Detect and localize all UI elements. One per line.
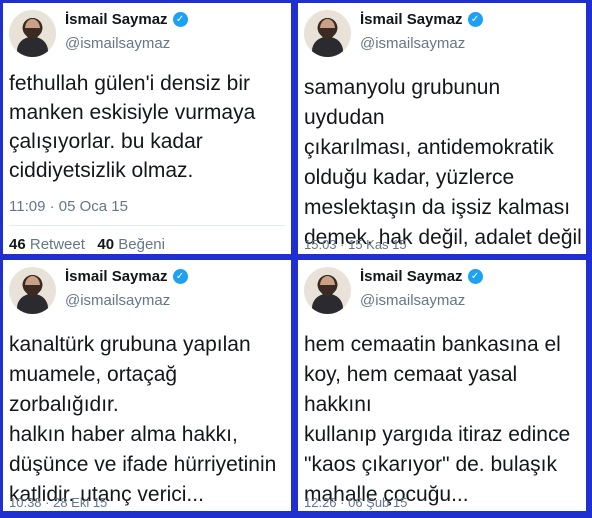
tweet-card[interactable]: İsmail Saymaz ✓ @ismailsaymaz fethullah …	[3, 3, 291, 254]
author-name[interactable]: İsmail Saymaz	[360, 268, 463, 285]
avatar-body	[312, 294, 343, 314]
author-name[interactable]: İsmail Saymaz	[360, 11, 463, 28]
tweet-stats: 46 Retweet 40 Beğeni	[9, 236, 165, 253]
verified-badge-icon: ✓	[467, 269, 483, 284]
tweet-card[interactable]: İsmail Saymaz ✓ @ismailsaymaz hem cemaat…	[298, 260, 586, 511]
avatar[interactable]	[9, 267, 56, 314]
verified-badge-icon: ✓	[172, 269, 188, 284]
tweet-text: samanyolu grubunun uydudan çıkarılması, …	[304, 76, 582, 249]
verified-badge-icon: ✓	[172, 12, 188, 27]
tweet-timestamp[interactable]: 12:26 · 06 Şub 15	[304, 495, 407, 510]
author-handle[interactable]: @ismailsaymaz	[65, 35, 170, 52]
tweet-card[interactable]: İsmail Saymaz ✓ @ismailsaymaz kanaltürk …	[3, 260, 291, 511]
avatar-body	[17, 37, 48, 57]
author-name[interactable]: İsmail Saymaz	[65, 11, 168, 28]
avatar[interactable]	[304, 267, 351, 314]
tweet-text: fethullah gülen'i densiz bir manken eski…	[9, 72, 256, 182]
avatar-body	[17, 294, 48, 314]
author-handle[interactable]: @ismailsaymaz	[360, 35, 465, 52]
like-count[interactable]: 40	[97, 236, 114, 253]
tweet-timestamp[interactable]: 10:38 · 28 Eki 15	[9, 495, 107, 510]
tweet-text: hem cemaatin bankasına el koy, hem cemaa…	[304, 333, 571, 506]
tweet-timestamp[interactable]: 11:09 · 05 Oca 15	[9, 198, 128, 215]
author-handle[interactable]: @ismailsaymaz	[360, 292, 465, 309]
like-label[interactable]: Beğeni	[118, 236, 165, 253]
author-row: İsmail Saymaz ✓	[360, 268, 483, 285]
tweet-collage: İsmail Saymaz ✓ @ismailsaymaz fethullah …	[3, 3, 589, 515]
retweet-count[interactable]: 46	[9, 236, 26, 253]
retweet-label[interactable]: Retweet	[30, 236, 85, 253]
author-handle[interactable]: @ismailsaymaz	[65, 292, 170, 309]
avatar[interactable]	[304, 10, 351, 57]
tweet-timestamp[interactable]: 15:03 · 15 Kas 15	[304, 237, 407, 252]
avatar-body	[312, 37, 343, 57]
avatar[interactable]	[9, 10, 56, 57]
author-name[interactable]: İsmail Saymaz	[65, 268, 168, 285]
author-row: İsmail Saymaz ✓	[65, 11, 188, 28]
author-row: İsmail Saymaz ✓	[65, 268, 188, 285]
tweet-text: kanaltürk grubuna yapılan muamele, ortaç…	[9, 333, 277, 506]
author-row: İsmail Saymaz ✓	[360, 11, 483, 28]
divider	[9, 225, 285, 226]
tweet-card[interactable]: İsmail Saymaz ✓ @ismailsaymaz samanyolu …	[298, 3, 586, 254]
verified-badge-icon: ✓	[467, 12, 483, 27]
